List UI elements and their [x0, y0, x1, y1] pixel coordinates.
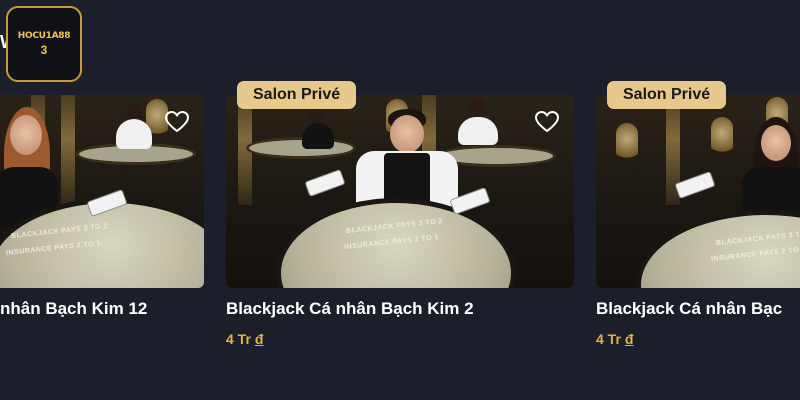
min-bet-price: 4 Tr đ [596, 331, 633, 347]
min-bet-price: 4 Tr đ [226, 331, 263, 347]
game-thumbnail[interactable]: BLACKJACK PAYS 3 TO 2 INSURANCE PAYS 2 T… [0, 95, 204, 288]
game-card[interactable]: Salon Privé BLACKJACK PAYS 3 TO 2 INSURA… [226, 81, 574, 347]
game-card[interactable]: Salon Privé BLACKJACK PAYS 3 TO 2 INSURA… [596, 81, 800, 347]
game-lobby: W HOCU1A88 3 BLACKJACK PAYS 3 TO 2 INSUR… [0, 0, 800, 400]
salon-prive-badge: Salon Privé [237, 81, 357, 109]
game-thumbnail[interactable]: BLACKJACK PAYS 3 TO 2 INSURANCE PAYS 2 T… [226, 95, 574, 288]
logo-sub: 3 [40, 43, 48, 57]
game-title[interactable]: nhân Bạch Kim 12 [0, 299, 147, 319]
favorite-button[interactable] [164, 109, 190, 135]
price-value: 4 Tr [596, 331, 621, 347]
game-card[interactable]: BLACKJACK PAYS 3 TO 2 INSURANCE PAYS 2 T… [0, 95, 204, 318]
brand-logo[interactable]: HOCU1A88 3 [6, 6, 82, 82]
heart-outline-icon [535, 111, 559, 133]
favorite-button[interactable] [534, 109, 560, 135]
game-thumbnail[interactable]: BLACKJACK PAYS 3 TO 2 INSURANCE PAYS 2 T… [596, 95, 800, 288]
logo-text: HOCU1A88 [17, 31, 71, 41]
price-value: 4 Tr [226, 331, 251, 347]
heart-outline-icon [165, 111, 189, 133]
salon-prive-badge: Salon Privé [607, 81, 727, 109]
game-title[interactable]: Blackjack Cá nhân Bạch Kim 2 [226, 299, 474, 319]
currency-symbol: đ [624, 331, 634, 347]
currency-symbol: đ [254, 331, 264, 347]
game-title[interactable]: Blackjack Cá nhân Bạc [596, 299, 782, 319]
